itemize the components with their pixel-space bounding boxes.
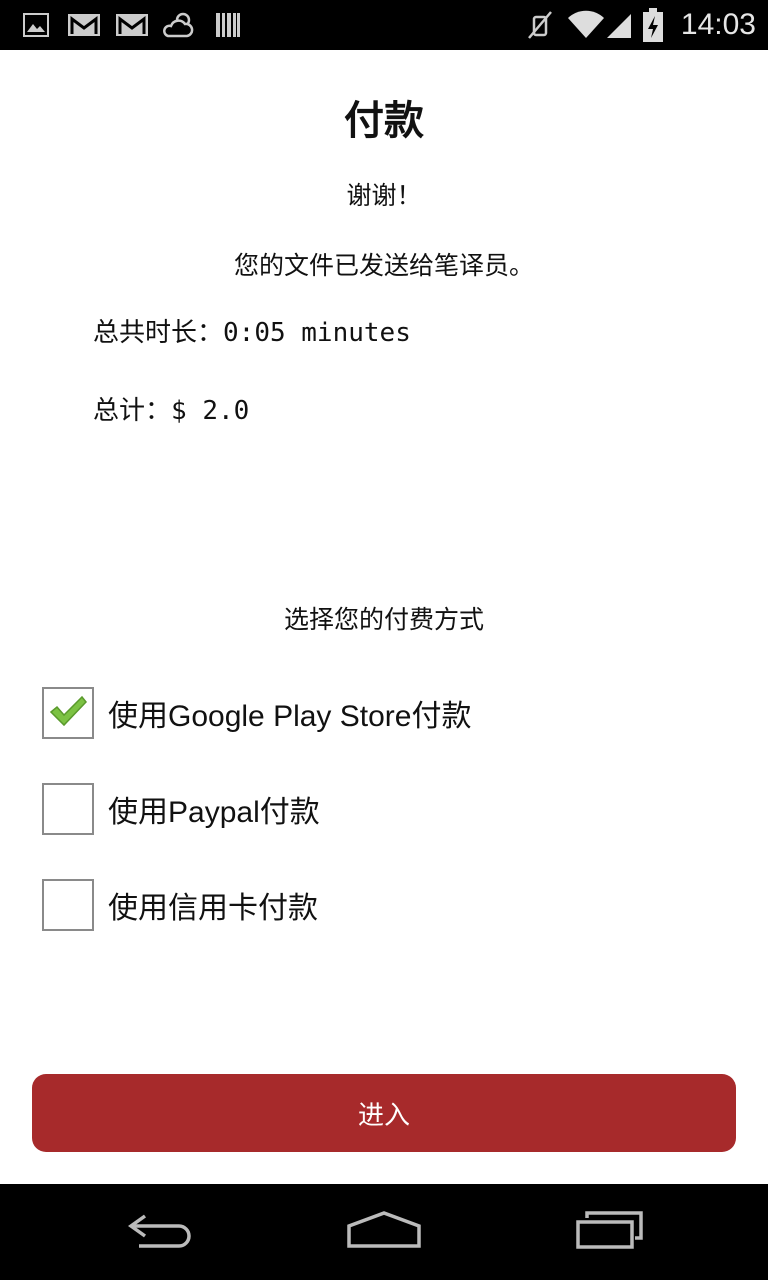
total-label: 总计： [93,396,172,426]
weather-icon [162,0,198,50]
gmail-icon [66,0,102,50]
home-button[interactable] [324,1184,444,1280]
enter-button[interactable]: 进入 [32,1074,736,1152]
payment-prompt: 选择您的付费方式 [283,605,484,634]
checkmark-icon [48,694,88,732]
status-time: 14:03 [680,8,756,41]
gmail-icon [114,0,150,50]
thanks-text: 谢谢！ [346,181,422,210]
recent-apps-button[interactable] [550,1184,670,1280]
duration-row: 总共时长：0:05 minutes [93,312,411,349]
paypal-label: 使用Paypal付款 [108,796,320,829]
duration-label: 总共时长： [93,318,224,348]
home-icon [347,1210,421,1254]
mute-icon [524,0,556,50]
credit-card-label: 使用信用卡付款 [108,892,318,925]
wifi-icon [566,0,606,50]
option-credit-card[interactable]: 使用信用卡付款 [42,876,318,934]
google-play-label: 使用Google Play Store付款 [108,700,472,733]
signal-icon [604,0,634,50]
back-icon [125,1210,195,1254]
total-value: $ 2.0 [171,396,250,426]
navigation-bar [0,1184,768,1280]
sent-message: 您的文件已发送给笔译员。 [233,251,534,280]
status-bar: 14:03 [0,0,768,50]
total-row: 总计：$ 2.0 [93,390,249,427]
battery-charging-icon [640,0,666,50]
payment-screen: 付款 谢谢！ 您的文件已发送给笔译员。 总共时长：0:05 minutes 总计… [0,50,768,1184]
paypal-checkbox[interactable] [42,783,94,835]
google-play-checkbox[interactable] [42,687,94,739]
barcode-icon [214,0,242,50]
option-paypal[interactable]: 使用Paypal付款 [42,780,320,838]
back-button[interactable] [100,1184,220,1280]
credit-card-checkbox[interactable] [42,879,94,931]
page-title: 付款 [344,98,424,144]
recent-apps-icon [575,1210,645,1254]
gallery-icon [22,0,50,50]
duration-value: 0:05 minutes [223,318,411,348]
option-google-play[interactable]: 使用Google Play Store付款 [42,684,471,742]
